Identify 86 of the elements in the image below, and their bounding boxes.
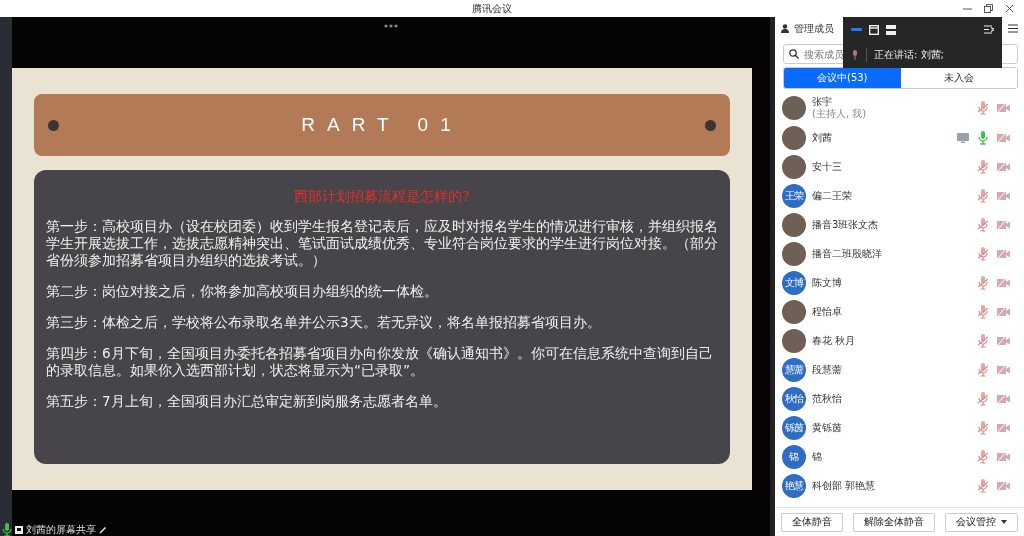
more-icon[interactable] bbox=[384, 24, 398, 28]
camera-off-icon[interactable] bbox=[997, 451, 1010, 462]
panel-button[interactable]: 会议管控 bbox=[945, 512, 1018, 532]
camera-off-icon[interactable] bbox=[997, 102, 1010, 113]
avatar-initials: 王荣 bbox=[782, 183, 806, 208]
member-name: 安十三 bbox=[812, 160, 842, 173]
member-note: (主持人, 我) bbox=[812, 107, 867, 120]
expand-icon[interactable] bbox=[984, 25, 994, 34]
muted-microphone-icon[interactable] bbox=[978, 100, 988, 115]
close-icon[interactable] bbox=[1005, 4, 1014, 13]
pencil-icon[interactable] bbox=[99, 525, 107, 534]
list-icon[interactable] bbox=[886, 24, 896, 35]
avatar-initials: 锦 bbox=[782, 444, 806, 469]
muted-microphone-icon[interactable] bbox=[978, 449, 988, 464]
member-name: 春花 秋月 bbox=[812, 334, 856, 347]
microphone-icon[interactable] bbox=[2, 522, 12, 536]
speaking-label: 正在讲话: 刘茜; bbox=[874, 47, 944, 62]
camera-off-icon[interactable] bbox=[997, 132, 1010, 143]
avatar-photo-placeholder bbox=[782, 125, 806, 150]
dot-icon bbox=[48, 119, 59, 131]
member-name: 锦 bbox=[812, 450, 822, 463]
camera-off-icon[interactable] bbox=[997, 422, 1010, 433]
slide-paragraph: 第四步：6月下旬，全国项目办委托各招募省项目办向你发放《确认通知书》。你可在信息系统中查询到自己的录取信息。如果你入选西部计划，状态将显示为“已录取”。 bbox=[46, 345, 714, 379]
person-icon bbox=[781, 24, 790, 33]
camera-off-icon[interactable] bbox=[997, 248, 1010, 259]
member-name: 播音3班张文杰 bbox=[812, 218, 879, 231]
avatar-initials: 铄茵 bbox=[782, 415, 806, 440]
member-name: 陈文博 bbox=[812, 276, 842, 289]
avatar-initials: 慧薷 bbox=[782, 357, 806, 382]
slide-heading: 西部计划招募流程是怎样的? bbox=[293, 188, 471, 206]
avatar-photo-placeholder bbox=[782, 299, 806, 324]
avatar-photo-placeholder bbox=[782, 241, 806, 266]
slide-paragraph: 第一步：高校项目办（设在校团委）收到学生报名登记表后，应及时对报名学生的情况进行审核，并组织报名学生开展选拔工作，选拔志愿精神突出、笔试面试成绩优秀、专业符合岗位要求的学生进行岗位对接。（部分省份须参加招募省项目办组织的选拔考试。） bbox=[46, 218, 718, 269]
camera-off-icon[interactable] bbox=[997, 364, 1010, 375]
panel-title: 管理成员 bbox=[794, 21, 834, 36]
camera-off-icon[interactable] bbox=[997, 219, 1010, 230]
muted-microphone-icon[interactable] bbox=[978, 246, 988, 261]
slide-paragraph: 第三步：体检之后，学校将公布录取名单并公示3天。若无异议，将名单报招募省项目办。 bbox=[46, 314, 602, 331]
muted-microphone-icon[interactable] bbox=[978, 304, 988, 319]
muted-microphone-icon[interactable] bbox=[978, 362, 988, 377]
avatar-photo-placeholder bbox=[782, 328, 806, 353]
muted-microphone-icon[interactable] bbox=[978, 478, 988, 493]
avatar-initials: 艳慧 bbox=[782, 473, 806, 498]
camera-off-icon[interactable] bbox=[997, 161, 1010, 172]
member-name: 范秋怡 bbox=[812, 392, 842, 405]
member-tab[interactable]: 会议中(53) bbox=[784, 68, 901, 88]
screen-icon bbox=[15, 525, 23, 534]
member-name: 黄铄茵 bbox=[812, 421, 842, 434]
avatar-photo-placeholder bbox=[782, 95, 806, 120]
avatar-photo-placeholder bbox=[782, 154, 806, 179]
dot-icon bbox=[705, 119, 716, 131]
window-icon[interactable] bbox=[869, 24, 879, 35]
banner-title: RART 01 bbox=[300, 114, 464, 136]
camera-off-icon[interactable] bbox=[997, 393, 1010, 404]
camera-off-icon[interactable] bbox=[997, 190, 1010, 201]
slide-paragraph: 第五步：7月上旬，全国项目办汇总审定新到岗服务志愿者名单。 bbox=[46, 393, 448, 410]
member-name: 程怡卓 bbox=[812, 305, 842, 318]
muted-microphone-icon[interactable] bbox=[978, 391, 988, 406]
restore-icon[interactable] bbox=[984, 4, 993, 13]
menu-icon[interactable] bbox=[1008, 24, 1018, 33]
muted-microphone-icon[interactable] bbox=[978, 333, 988, 348]
panel-button[interactable]: 解除全体静音 bbox=[853, 512, 935, 532]
speaker-icon bbox=[851, 49, 859, 60]
avatar-initials: 秋怡 bbox=[782, 386, 806, 411]
window-title: 腾讯会议 bbox=[470, 1, 513, 16]
muted-microphone-icon[interactable] bbox=[978, 217, 988, 232]
slide-paragraph: 第二步：岗位对接之后，你将参加高校项目办组织的统一体检。 bbox=[46, 283, 439, 300]
camera-off-icon[interactable] bbox=[997, 335, 1010, 346]
avatar-photo-placeholder bbox=[782, 212, 806, 237]
member-name: 播音二班殷晓洋 bbox=[812, 247, 882, 260]
member-name: 科创部 郭艳慧 bbox=[812, 479, 876, 492]
muted-microphone-icon[interactable] bbox=[978, 420, 988, 435]
screen-share-label: 刘茜的屏幕共享 bbox=[26, 522, 96, 536]
member-name: 张宇 bbox=[812, 95, 832, 107]
camera-off-icon[interactable] bbox=[997, 480, 1010, 491]
caret-icon bbox=[1001, 520, 1007, 524]
panel-button[interactable]: 全体静音 bbox=[781, 512, 843, 532]
camera-off-icon[interactable] bbox=[997, 306, 1010, 317]
muted-microphone-icon[interactable] bbox=[978, 275, 988, 290]
muted-microphone-icon[interactable] bbox=[978, 159, 988, 174]
camera-off-icon[interactable] bbox=[997, 277, 1010, 288]
member-name: 刘茜 bbox=[812, 131, 832, 144]
muted-microphone-icon[interactable] bbox=[978, 188, 988, 203]
avatar-initials: 文博 bbox=[782, 270, 806, 295]
member-name: 偏二王荣 bbox=[812, 189, 852, 202]
member-name: 段慧薷 bbox=[812, 363, 842, 376]
